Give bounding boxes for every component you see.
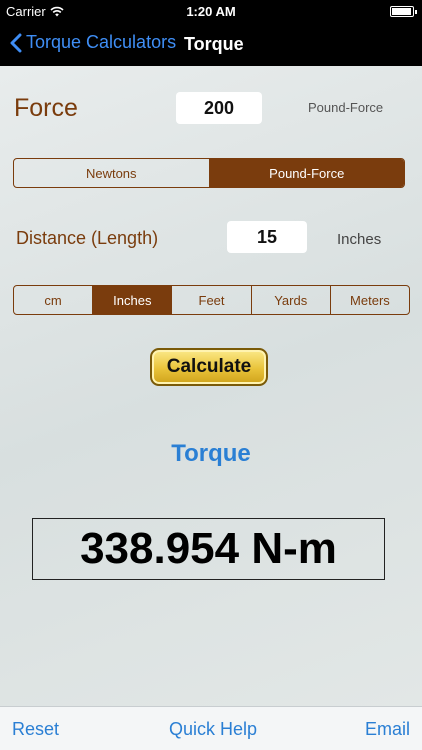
back-button-label: Torque Calculators	[26, 32, 177, 52]
distance-option-yards[interactable]: Yards	[250, 286, 330, 314]
distance-unit-selector: cm Inches Feet Yards Meters	[13, 285, 410, 315]
distance-option-feet[interactable]: Feet	[171, 286, 250, 314]
force-input[interactable]: 200	[176, 92, 262, 124]
force-unit-label: Pound-Force	[308, 100, 384, 115]
status-bar: Carrier 1:20 AM	[0, 0, 422, 22]
page-title: Torque	[184, 34, 244, 54]
force-label: Force	[14, 94, 78, 122]
quick-help-button[interactable]: Quick Help	[169, 719, 257, 740]
back-button[interactable]: Torque Calculators	[10, 32, 176, 53]
result-title: Torque	[171, 440, 251, 467]
status-time: 1:20 AM	[186, 4, 236, 19]
distance-option-meters[interactable]: Meters	[329, 286, 409, 314]
result-value: 338.954 N-m	[32, 518, 385, 580]
navigation-bar: Torque Calculators Torque	[0, 22, 422, 66]
force-option-pound-force[interactable]: Pound-Force	[208, 159, 404, 187]
distance-option-inches[interactable]: Inches	[92, 286, 172, 314]
distance-label: Distance (Length)	[16, 228, 159, 248]
distance-option-cm[interactable]: cm	[14, 286, 92, 314]
force-option-newtons[interactable]: Newtons	[14, 159, 209, 187]
distance-input[interactable]: 15	[227, 221, 307, 253]
battery-icon	[390, 6, 417, 17]
calculate-button[interactable]: Calculate	[150, 348, 268, 386]
email-button[interactable]: Email	[365, 719, 410, 740]
chevron-left-icon	[10, 33, 22, 52]
distance-unit-label: Inches	[337, 231, 382, 248]
bottom-toolbar: Reset Quick Help Email	[0, 706, 422, 750]
force-unit-selector: Newtons Pound-Force	[13, 158, 405, 188]
main-content: Force 200 Pound-Force Newtons Pound-Forc…	[0, 66, 422, 706]
reset-button[interactable]: Reset	[12, 719, 59, 740]
